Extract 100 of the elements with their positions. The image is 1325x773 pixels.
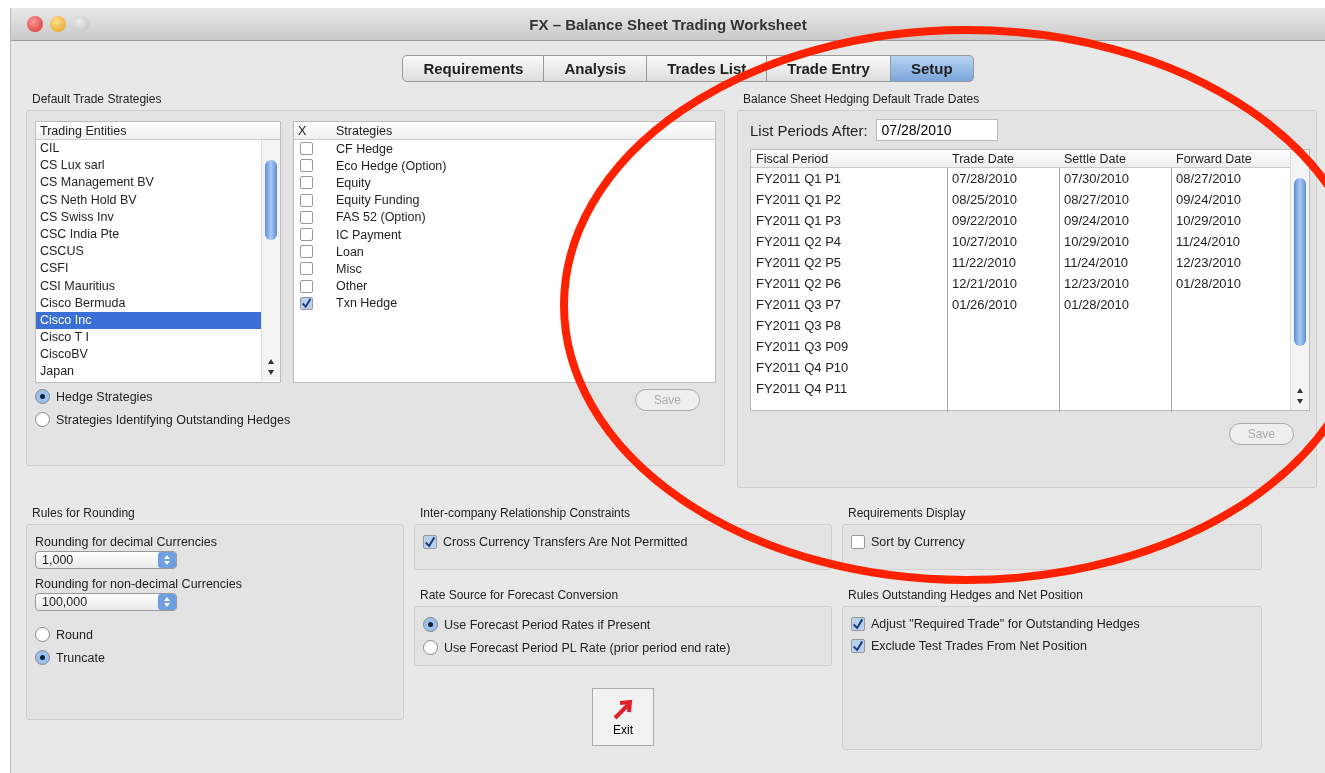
checkbox[interactable]: [851, 617, 865, 631]
close-icon[interactable]: [27, 16, 43, 32]
list-item[interactable]: Cisco Bermuda: [36, 294, 261, 312]
strategy-name: Eco Hedge (Option): [336, 158, 447, 173]
strategy-name: FAS 52 (Option): [336, 210, 426, 225]
column-header: Strategies: [336, 123, 393, 138]
scroll-thumb[interactable]: [265, 160, 277, 240]
table-cell-text: 01/28/2010: [1063, 297, 1131, 312]
checkbox[interactable]: [300, 193, 313, 207]
table-cell-text: 09/24/2010: [1063, 213, 1131, 228]
list-item[interactable]: Cisco T I: [36, 329, 261, 347]
list-item[interactable]: CSC India Pte: [36, 225, 261, 244]
checkbox[interactable]: [300, 262, 313, 276]
table-cell-text: 11/24/2010: [1175, 234, 1242, 249]
checkbox[interactable]: [300, 210, 313, 224]
table-cell-text: 07/28/2010: [951, 171, 1019, 186]
radio-label: Use Forecast Period PL Rate (prior period end rate): [444, 640, 731, 655]
exit-button[interactable]: Exit: [592, 688, 654, 746]
list-item[interactable]: CSFI: [36, 260, 261, 278]
radio-button[interactable]: [423, 640, 438, 655]
checkbox[interactable]: [851, 639, 865, 653]
column-header: Settle Date: [1063, 151, 1127, 166]
table-cell-text: 08/27/2010: [1175, 171, 1243, 186]
list-item[interactable]: CIL: [36, 140, 261, 158]
checkbox[interactable]: [423, 535, 437, 549]
tab[interactable]: Trade Entry: [767, 55, 891, 82]
group-title: Rate Source for Forecast Conversion: [420, 588, 620, 602]
list-item[interactable]: Cisco Inc: [36, 311, 261, 330]
checkbox[interactable]: [300, 176, 313, 190]
checkbox[interactable]: [300, 245, 313, 259]
group-title: Inter-company Relationship Constraints: [420, 506, 632, 520]
dropdown[interactable]: 1,000: [35, 551, 177, 569]
checkbox[interactable]: [851, 535, 865, 549]
checkbox[interactable]: [300, 296, 313, 310]
group-title: Rules Outstanding Hedges and Net Position: [848, 588, 1084, 602]
date-field[interactable]: 07/28/2010: [875, 119, 998, 141]
checkbox[interactable]: [300, 228, 313, 242]
list-item[interactable]: Japan: [36, 363, 261, 381]
list-item[interactable]: CiscoBV: [36, 346, 261, 364]
table-cell-text: FY2011 Q2 P5: [755, 255, 843, 270]
list-item[interactable]: CS Neth Hold BV: [36, 191, 261, 209]
scrollbar[interactable]: [1290, 150, 1309, 410]
strategy-name: Other: [336, 279, 368, 294]
table-cell-text: 10/29/2010: [1063, 234, 1131, 249]
column-header: Trading Entities: [40, 123, 127, 138]
table-cell-text: FY2011 Q3 P09: [755, 339, 850, 354]
field-label: Rounding for decimal Currencies: [35, 535, 219, 549]
list-item[interactable]: CSCUS: [36, 243, 261, 261]
table-cell-text: 12/23/2010: [1063, 276, 1131, 291]
checkbox[interactable]: [300, 142, 313, 156]
table-cell-text: FY2011 Q3 P7: [755, 297, 843, 312]
window-title: FX – Balance Sheet Trading Worksheet: [529, 15, 807, 33]
table-cell-text: FY2011 Q2 P4: [755, 234, 843, 249]
table-cell-text: FY2011 Q3 P8: [755, 318, 843, 333]
strategy-name: CF Hedge: [336, 141, 393, 156]
table-cell-text: 11/24/2010: [1063, 255, 1130, 270]
radio-label: Strategies Identifying Outstanding Hedges: [56, 412, 291, 427]
field-label: List Periods After:: [750, 121, 868, 139]
group-title: Rules for Rounding: [32, 506, 136, 520]
minimize-icon[interactable]: [50, 16, 66, 32]
list-item[interactable]: CS Lux sarl: [36, 157, 261, 175]
radio-button[interactable]: [35, 627, 50, 642]
strategy-name: IC Payment: [336, 227, 402, 242]
radio-label: Hedge Strategies: [56, 389, 153, 404]
radio-button[interactable]: [35, 412, 50, 427]
table-cell-text: 10/29/2010: [1175, 213, 1243, 228]
scroll-thumb[interactable]: [1294, 178, 1306, 346]
table-cell-text: FY2011 Q1 P1: [755, 171, 843, 186]
radio-label: Use Forecast Period Rates if Present: [444, 617, 651, 632]
column-header: Fiscal Period: [755, 151, 830, 166]
table-cell-text: 12/21/2010: [951, 276, 1019, 291]
table-cell-text: FY2011 Q1 P2: [755, 192, 843, 207]
radio-button[interactable]: [35, 650, 50, 665]
checkbox[interactable]: [300, 279, 313, 293]
tab[interactable]: Requirements: [402, 55, 545, 82]
table-cell-text: FY2011 Q1 P3: [755, 213, 843, 228]
checkbox[interactable]: [300, 159, 313, 173]
radio-button[interactable]: [423, 617, 438, 632]
arrow-icon: [611, 697, 635, 721]
table-cell-text: FY2011 Q2 P6: [755, 276, 843, 291]
table-cell-text: 09/24/2010: [1175, 192, 1243, 207]
list-item[interactable]: CSI Mauritius: [36, 277, 261, 295]
tab[interactable]: Setup: [890, 55, 974, 82]
checkbox-label: Adjust "Required Trade" for Outstanding Hedges: [871, 617, 1140, 631]
list-item[interactable]: CS Management BV: [36, 174, 261, 192]
table-cell-text: FY2011 Q4 P10: [755, 360, 850, 375]
table-cell-text: 11/22/2010: [951, 255, 1018, 270]
tab[interactable]: Analysis: [544, 55, 648, 82]
dropdown[interactable]: 100,000: [35, 593, 177, 611]
strategy-name: Misc: [336, 261, 362, 276]
strategy-name: Equity Funding: [336, 193, 420, 208]
list-item[interactable]: CS Swiss Inv: [36, 208, 261, 226]
scrollbar[interactable]: [261, 140, 280, 381]
table-cell-text: 08/25/2010: [951, 192, 1019, 207]
table-cell-text: 01/26/2010: [951, 297, 1019, 312]
column-header: Forward Date: [1175, 151, 1253, 166]
radio-button[interactable]: [35, 389, 50, 404]
column-header: Trade Date: [951, 151, 1016, 166]
strategy-name: Equity: [336, 175, 371, 190]
tab[interactable]: Trades List: [647, 55, 768, 82]
